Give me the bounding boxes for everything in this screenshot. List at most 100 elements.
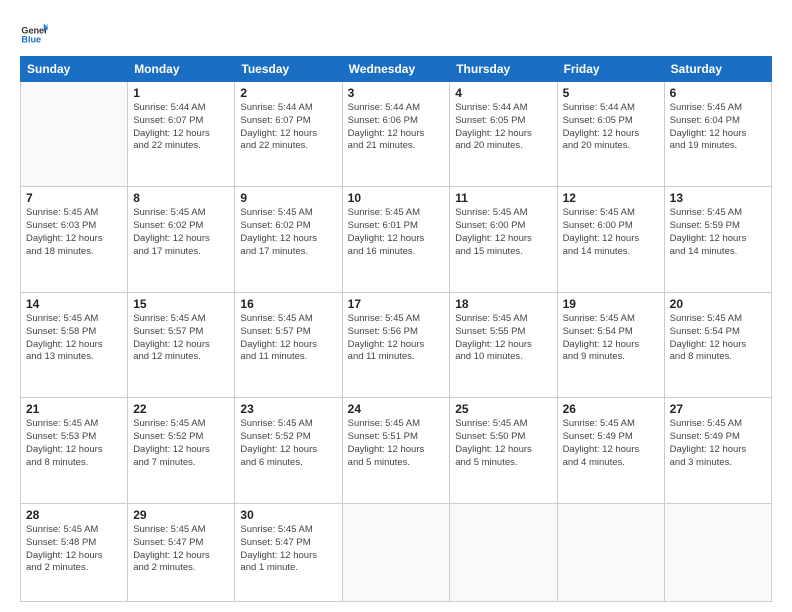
- table-row: 4 Sunrise: 5:44 AM Sunset: 6:05 PM Daylig…: [450, 82, 557, 187]
- table-row: 3 Sunrise: 5:44 AM Sunset: 6:06 PM Daylig…: [342, 82, 450, 187]
- day-number: 3: [348, 86, 445, 100]
- cell-details: Sunrise: 5:45 AM Sunset: 5:49 PM Dayligh…: [563, 418, 659, 469]
- table-row: 23 Sunrise: 5:45 AM Sunset: 5:52 PM Dayli…: [235, 398, 342, 503]
- col-header-friday: Friday: [557, 57, 664, 82]
- cell-details: Sunrise: 5:45 AM Sunset: 5:55 PM Dayligh…: [455, 313, 551, 364]
- day-number: 17: [348, 297, 445, 311]
- svg-text:Blue: Blue: [21, 35, 41, 45]
- logo-icon: General Blue: [20, 18, 48, 46]
- table-row: 20Sunrise: 5:45 AM Sunset: 5:54 PM Dayli…: [664, 292, 771, 397]
- cell-details: Sunrise: 5:44 AM Sunset: 6:07 PM Dayligh…: [133, 102, 229, 153]
- table-row: 5 Sunrise: 5:44 AM Sunset: 6:05 PM Daylig…: [557, 82, 664, 187]
- day-number: 11: [455, 191, 551, 205]
- cell-details: Sunrise: 5:44 AM Sunset: 6:06 PM Dayligh…: [348, 102, 445, 153]
- cell-details: Sunrise: 5:45 AM Sunset: 5:52 PM Dayligh…: [240, 418, 336, 469]
- cell-details: Sunrise: 5:45 AM Sunset: 5:54 PM Dayligh…: [563, 313, 659, 364]
- cell-details: Sunrise: 5:45 AM Sunset: 6:00 PM Dayligh…: [563, 207, 659, 258]
- col-header-monday: Monday: [128, 57, 235, 82]
- day-number: 13: [670, 191, 766, 205]
- day-number: 24: [348, 402, 445, 416]
- day-number: 10: [348, 191, 445, 205]
- cell-details: Sunrise: 5:45 AM Sunset: 6:04 PM Dayligh…: [670, 102, 766, 153]
- calendar-header-row: SundayMondayTuesdayWednesdayThursdayFrid…: [21, 57, 772, 82]
- day-number: 4: [455, 86, 551, 100]
- table-row: [21, 82, 128, 187]
- day-number: 26: [563, 402, 659, 416]
- table-row: 22 Sunrise: 5:45 AM Sunset: 5:52 PM Dayli…: [128, 398, 235, 503]
- table-row: 9 Sunrise: 5:45 AM Sunset: 6:02 PM Daylig…: [235, 187, 342, 292]
- cell-details: Sunrise: 5:44 AM Sunset: 6:05 PM Dayligh…: [455, 102, 551, 153]
- day-number: 1: [133, 86, 229, 100]
- table-row: 16 Sunrise: 5:45 AM Sunset: 5:57 PM Dayli…: [235, 292, 342, 397]
- header: General Blue: [20, 18, 772, 46]
- table-row: 13 Sunrise: 5:45 AM Sunset: 5:59 PM Dayli…: [664, 187, 771, 292]
- day-number: 8: [133, 191, 229, 205]
- cell-details: Sunrise: 5:44 AM Sunset: 6:07 PM Dayligh…: [240, 102, 336, 153]
- day-number: 18: [455, 297, 551, 311]
- day-number: 27: [670, 402, 766, 416]
- table-row: 8 Sunrise: 5:45 AM Sunset: 6:02 PM Daylig…: [128, 187, 235, 292]
- day-number: 12: [563, 191, 659, 205]
- table-row: 29 Sunrise: 5:45 AM Sunset: 5:47 PM Dayli…: [128, 503, 235, 601]
- cell-details: Sunrise: 5:45 AM Sunset: 5:49 PM Dayligh…: [670, 418, 766, 469]
- col-header-tuesday: Tuesday: [235, 57, 342, 82]
- col-header-wednesday: Wednesday: [342, 57, 450, 82]
- table-row: 27 Sunrise: 5:45 AM Sunset: 5:49 PM Dayli…: [664, 398, 771, 503]
- table-row: 18 Sunrise: 5:45 AM Sunset: 5:55 PM Dayli…: [450, 292, 557, 397]
- day-number: 28: [26, 508, 122, 522]
- cell-details: Sunrise: 5:45 AM Sunset: 5:57 PM Dayligh…: [133, 313, 229, 364]
- table-row: [557, 503, 664, 601]
- col-header-sunday: Sunday: [21, 57, 128, 82]
- cell-details: Sunrise: 5:45 AM Sunset: 5:59 PM Dayligh…: [670, 207, 766, 258]
- table-row: [450, 503, 557, 601]
- day-number: 15: [133, 297, 229, 311]
- cell-details: Sunrise: 5:45 AM Sunset: 5:56 PM Dayligh…: [348, 313, 445, 364]
- calendar-week-row: 14Sunrise: 5:45 AM Sunset: 5:58 PM Dayli…: [21, 292, 772, 397]
- table-row: 12 Sunrise: 5:45 AM Sunset: 6:00 PM Dayli…: [557, 187, 664, 292]
- table-row: 1 Sunrise: 5:44 AM Sunset: 6:07 PM Daylig…: [128, 82, 235, 187]
- table-row: [664, 503, 771, 601]
- day-number: 20: [670, 297, 766, 311]
- day-number: 9: [240, 191, 336, 205]
- col-header-saturday: Saturday: [664, 57, 771, 82]
- table-row: [342, 503, 450, 601]
- table-row: 21Sunrise: 5:45 AM Sunset: 5:53 PM Dayli…: [21, 398, 128, 503]
- day-number: 30: [240, 508, 336, 522]
- day-number: 21: [26, 402, 122, 416]
- day-number: 2: [240, 86, 336, 100]
- table-row: 26 Sunrise: 5:45 AM Sunset: 5:49 PM Dayli…: [557, 398, 664, 503]
- cell-details: Sunrise: 5:45 AM Sunset: 5:51 PM Dayligh…: [348, 418, 445, 469]
- cell-details: Sunrise: 5:45 AM Sunset: 6:03 PM Dayligh…: [26, 207, 122, 258]
- cell-details: Sunrise: 5:45 AM Sunset: 5:50 PM Dayligh…: [455, 418, 551, 469]
- day-number: 6: [670, 86, 766, 100]
- cell-details: Sunrise: 5:44 AM Sunset: 6:05 PM Dayligh…: [563, 102, 659, 153]
- day-number: 29: [133, 508, 229, 522]
- cell-details: Sunrise: 5:45 AM Sunset: 6:02 PM Dayligh…: [240, 207, 336, 258]
- calendar-table: SundayMondayTuesdayWednesdayThursdayFrid…: [20, 56, 772, 602]
- table-row: 25Sunrise: 5:45 AM Sunset: 5:50 PM Dayli…: [450, 398, 557, 503]
- table-row: 24 Sunrise: 5:45 AM Sunset: 5:51 PM Dayli…: [342, 398, 450, 503]
- cell-details: Sunrise: 5:45 AM Sunset: 5:48 PM Dayligh…: [26, 524, 122, 575]
- table-row: 11 Sunrise: 5:45 AM Sunset: 6:00 PM Dayli…: [450, 187, 557, 292]
- day-number: 23: [240, 402, 336, 416]
- cell-details: Sunrise: 5:45 AM Sunset: 5:57 PM Dayligh…: [240, 313, 336, 364]
- day-number: 22: [133, 402, 229, 416]
- day-number: 16: [240, 297, 336, 311]
- cell-details: Sunrise: 5:45 AM Sunset: 6:01 PM Dayligh…: [348, 207, 445, 258]
- cell-details: Sunrise: 5:45 AM Sunset: 5:58 PM Dayligh…: [26, 313, 122, 364]
- table-row: 2 Sunrise: 5:44 AM Sunset: 6:07 PM Daylig…: [235, 82, 342, 187]
- table-row: 28 Sunrise: 5:45 AM Sunset: 5:48 PM Dayli…: [21, 503, 128, 601]
- cell-details: Sunrise: 5:45 AM Sunset: 6:00 PM Dayligh…: [455, 207, 551, 258]
- cell-details: Sunrise: 5:45 AM Sunset: 5:47 PM Dayligh…: [133, 524, 229, 575]
- calendar-week-row: 21Sunrise: 5:45 AM Sunset: 5:53 PM Dayli…: [21, 398, 772, 503]
- table-row: 10 Sunrise: 5:45 AM Sunset: 6:01 PM Dayli…: [342, 187, 450, 292]
- table-row: 7 Sunrise: 5:45 AM Sunset: 6:03 PM Daylig…: [21, 187, 128, 292]
- cell-details: Sunrise: 5:45 AM Sunset: 5:52 PM Dayligh…: [133, 418, 229, 469]
- day-number: 7: [26, 191, 122, 205]
- day-number: 5: [563, 86, 659, 100]
- calendar-week-row: 28 Sunrise: 5:45 AM Sunset: 5:48 PM Dayli…: [21, 503, 772, 601]
- table-row: 14Sunrise: 5:45 AM Sunset: 5:58 PM Dayli…: [21, 292, 128, 397]
- table-row: 30Sunrise: 5:45 AM Sunset: 5:47 PM Dayli…: [235, 503, 342, 601]
- page: General Blue SundayMondayTuesdayWednesda…: [0, 0, 792, 612]
- cell-details: Sunrise: 5:45 AM Sunset: 6:02 PM Dayligh…: [133, 207, 229, 258]
